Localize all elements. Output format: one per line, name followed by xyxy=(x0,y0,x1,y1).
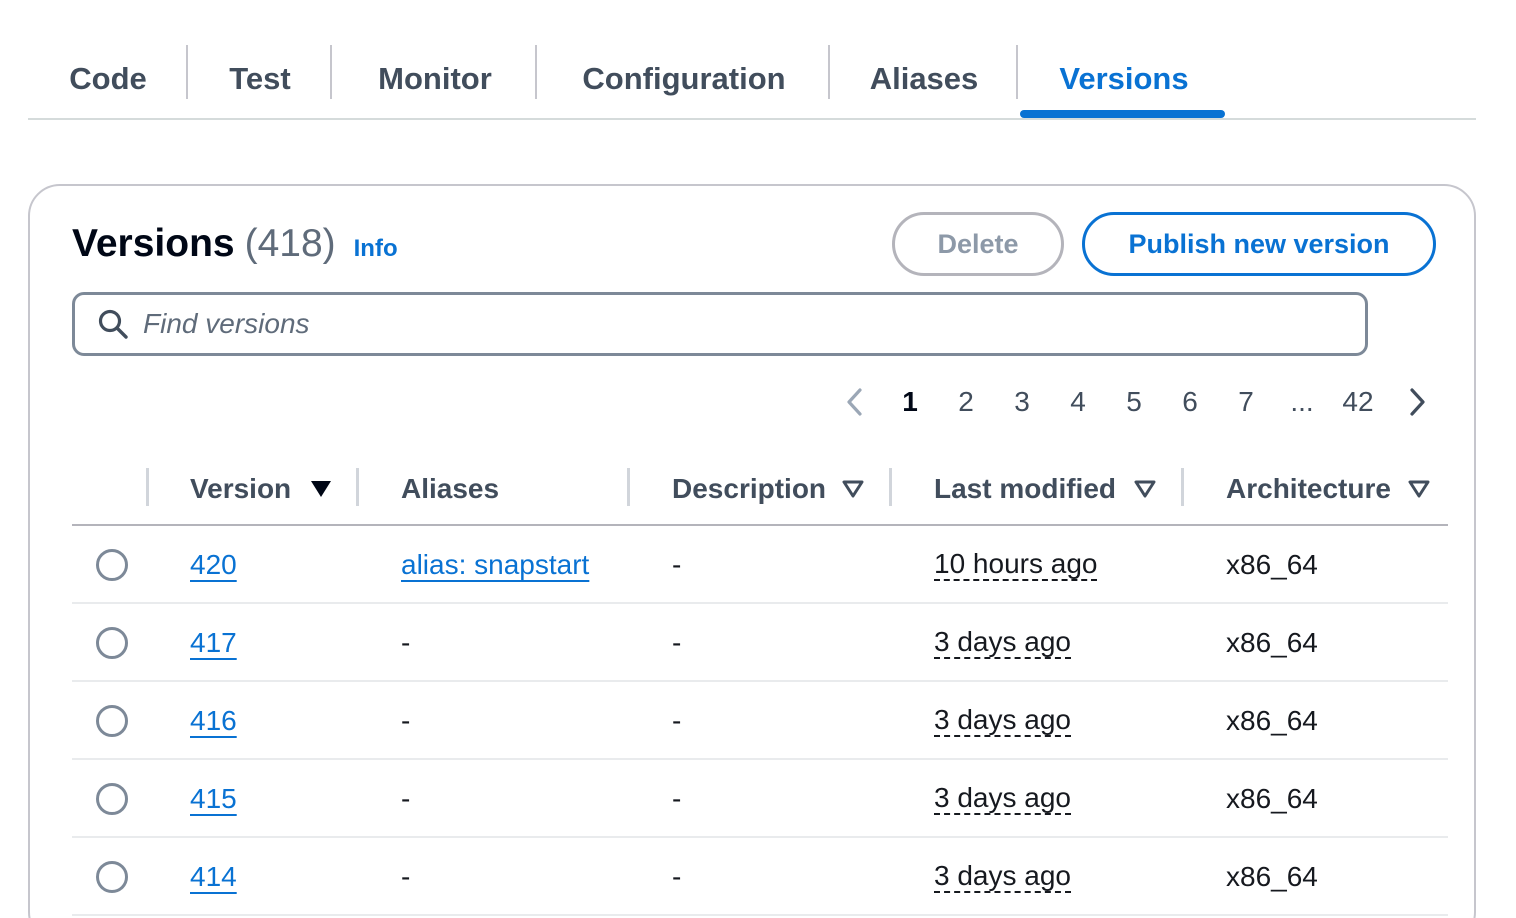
active-tab-indicator xyxy=(1020,110,1225,118)
tab-separator xyxy=(186,45,188,99)
page-7[interactable]: 7 xyxy=(1232,382,1260,422)
table-row: 415 - - 3 days ago x86_64 xyxy=(72,760,1448,838)
page-6[interactable]: 6 xyxy=(1176,382,1204,422)
next-page-icon[interactable] xyxy=(1402,386,1432,418)
last-modified-value[interactable]: 3 days ago xyxy=(934,626,1071,660)
page-5[interactable]: 5 xyxy=(1120,382,1148,422)
page-4[interactable]: 4 xyxy=(1064,382,1092,422)
pagination: 1 2 3 4 5 6 7 ... 42 xyxy=(30,382,1478,422)
tab-code[interactable]: Code xyxy=(50,40,166,118)
page-ellipsis: ... xyxy=(1290,386,1314,417)
row-select-radio[interactable] xyxy=(96,549,128,581)
last-modified-value[interactable]: 3 days ago xyxy=(934,782,1071,816)
table-row: 417 - - 3 days ago x86_64 xyxy=(72,604,1448,682)
column-header-description[interactable]: Description xyxy=(672,464,826,514)
search-input[interactable] xyxy=(143,308,1323,340)
delete-button[interactable]: Delete xyxy=(892,212,1064,276)
tab-test[interactable]: Test xyxy=(208,40,312,118)
sort-icon[interactable] xyxy=(1134,480,1156,498)
description-cell: - xyxy=(672,549,682,580)
tab-separator xyxy=(535,45,537,99)
architecture-cell: x86_64 xyxy=(1226,783,1318,814)
page-2[interactable]: 2 xyxy=(952,382,980,422)
table-row: 416 - - 3 days ago x86_64 xyxy=(72,682,1448,760)
tab-versions[interactable]: Versions xyxy=(1038,40,1210,118)
page-1[interactable]: 1 xyxy=(896,382,924,422)
version-link[interactable]: 416 xyxy=(190,705,237,737)
table-row: 420 alias: snapstart - 10 hours ago x86_… xyxy=(72,526,1448,604)
page-title: Versions xyxy=(72,222,235,265)
description-cell: - xyxy=(672,861,682,892)
aliases-cell: - xyxy=(401,783,411,814)
column-separator xyxy=(627,468,630,506)
versions-count: (418) xyxy=(244,222,336,265)
architecture-cell: x86_64 xyxy=(1226,549,1318,580)
alias-link[interactable]: alias: snapstart xyxy=(401,549,589,581)
column-separator xyxy=(356,468,359,506)
row-select-radio[interactable] xyxy=(96,783,128,815)
version-link[interactable]: 415 xyxy=(190,783,237,815)
column-separator xyxy=(146,468,149,506)
last-modified-value[interactable]: 3 days ago xyxy=(934,860,1071,894)
last-modified-value[interactable]: 10 hours ago xyxy=(934,548,1098,582)
page-3[interactable]: 3 xyxy=(1008,382,1036,422)
sort-icon[interactable] xyxy=(1408,480,1430,498)
tab-separator xyxy=(330,45,332,99)
tab-separator xyxy=(1016,45,1018,99)
aliases-cell: - xyxy=(401,861,411,892)
tab-separator xyxy=(828,45,830,99)
tab-monitor[interactable]: Monitor xyxy=(352,40,518,118)
tab-configuration[interactable]: Configuration xyxy=(558,40,810,118)
column-separator xyxy=(1181,468,1184,506)
architecture-cell: x86_64 xyxy=(1226,627,1318,658)
column-separator xyxy=(889,468,892,506)
column-header-architecture[interactable]: Architecture xyxy=(1226,464,1391,514)
row-select-radio[interactable] xyxy=(96,627,128,659)
last-modified-value[interactable]: 3 days ago xyxy=(934,704,1071,738)
version-link[interactable]: 414 xyxy=(190,861,237,893)
column-header-version[interactable]: Version xyxy=(190,464,291,514)
row-select-radio[interactable] xyxy=(96,705,128,737)
panel-header: Versions (418) Info xyxy=(72,222,398,266)
column-header-aliases: Aliases xyxy=(401,473,500,504)
tab-bar: Code Test Monitor Configuration Aliases … xyxy=(28,40,1476,120)
info-link[interactable]: Info xyxy=(354,235,398,263)
aliases-cell: - xyxy=(401,705,411,736)
page-42[interactable]: 42 xyxy=(1338,382,1378,422)
search-bar xyxy=(72,292,1368,356)
sort-icon[interactable] xyxy=(842,480,864,498)
description-cell: - xyxy=(672,783,682,814)
sort-descending-icon[interactable] xyxy=(310,480,332,498)
tab-aliases[interactable]: Aliases xyxy=(850,40,998,118)
table-row: 414 - - 3 days ago x86_64 xyxy=(72,838,1448,916)
table-header: Version Aliases Description Last modifie… xyxy=(72,464,1448,526)
version-link[interactable]: 417 xyxy=(190,627,237,659)
row-select-radio[interactable] xyxy=(96,861,128,893)
version-link[interactable]: 420 xyxy=(190,549,237,581)
column-header-last-modified[interactable]: Last modified xyxy=(934,464,1116,514)
description-cell: - xyxy=(672,627,682,658)
description-cell: - xyxy=(672,705,682,736)
aliases-cell: - xyxy=(401,627,411,658)
architecture-cell: x86_64 xyxy=(1226,861,1318,892)
search-icon xyxy=(95,306,131,342)
previous-page-icon[interactable] xyxy=(840,386,870,418)
publish-new-version-button[interactable]: Publish new version xyxy=(1082,212,1436,276)
architecture-cell: x86_64 xyxy=(1226,705,1318,736)
versions-panel: Versions (418) Info Delete Publish new v… xyxy=(28,184,1476,918)
